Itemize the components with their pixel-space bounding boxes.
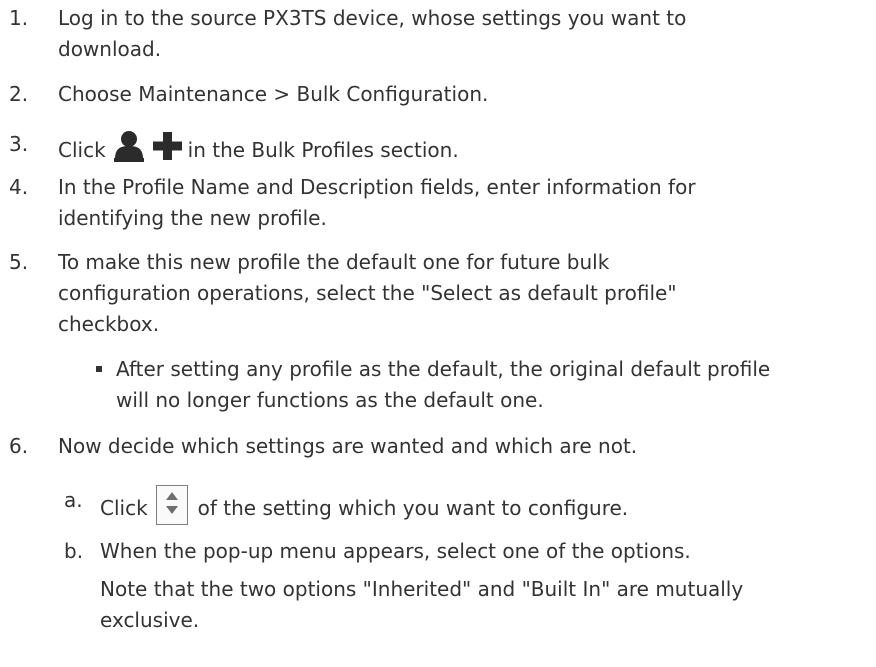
step-text-line: To make this new profile the default one… [58, 250, 610, 274]
step-number: 5. [9, 250, 29, 274]
square-bullet-icon [96, 366, 102, 372]
instruction-document: 1. Log in to the source PX3TS device, wh… [0, 0, 876, 667]
step-6b: b. When the pop-up menu appears, select … [0, 536, 876, 656]
bullet-text-line: After setting any profile as the default… [116, 357, 771, 381]
note-text-line: exclusive. [100, 608, 200, 632]
step-text: Now decide which settings are wanted and… [58, 434, 638, 458]
step-text: Click in the Bulk Profiles section. [58, 129, 459, 166]
step-2: 2. Choose Maintenance > Bulk Configurati… [0, 79, 876, 110]
note-text-line: Note that the two options "Inherited" an… [100, 577, 744, 601]
step-6a: a. Click of the setting which you want t… [0, 474, 876, 525]
substep-text-before: Click [100, 496, 148, 520]
substep-letter: b. [64, 539, 84, 563]
step-6: 6. Now decide which settings are wanted … [0, 431, 876, 462]
step-1: 1. Log in to the source PX3TS device, wh… [0, 3, 876, 65]
step-4: 4. In the Profile Name and Description f… [0, 172, 876, 234]
step-number: 4. [9, 175, 29, 199]
step-text-before: Click [58, 138, 106, 162]
step-5: 5. To make this new profile the default … [0, 247, 876, 340]
substep-text: When the pop-up menu appears, select one… [100, 539, 691, 563]
step-text-line: checkbox. [58, 312, 160, 336]
step-5-bullet: After setting any profile as the default… [0, 354, 876, 416]
step-number: 6. [9, 434, 29, 458]
step-text-line: configuration operations, select the "Se… [58, 281, 677, 305]
step-text-line: Log in to the source PX3TS device, whose… [58, 6, 687, 30]
user-add-icon [112, 129, 182, 163]
step-text: Choose Maintenance > Bulk Configuration. [58, 82, 489, 106]
step-number: 3. [9, 132, 29, 156]
step-text-line: download. [58, 37, 162, 61]
bullet-text-line: will no longer functions as the default … [116, 388, 544, 412]
step-text-after: in the Bulk Profiles section. [187, 138, 459, 162]
up-down-arrows-icon [155, 485, 188, 525]
step-number: 2. [9, 82, 29, 106]
substep-letter: a. [64, 488, 83, 512]
step-text-line: identifying the new profile. [58, 206, 327, 230]
step-3: 3. Click in the Bulk Profiles section. [0, 125, 876, 162]
step-text-line: In the Profile Name and Description fiel… [58, 175, 696, 199]
substep-text-after: of the setting which you want to configu… [197, 496, 629, 520]
step-number: 1. [9, 6, 29, 30]
substep-text: Click of the setting which you want to c… [100, 485, 628, 525]
